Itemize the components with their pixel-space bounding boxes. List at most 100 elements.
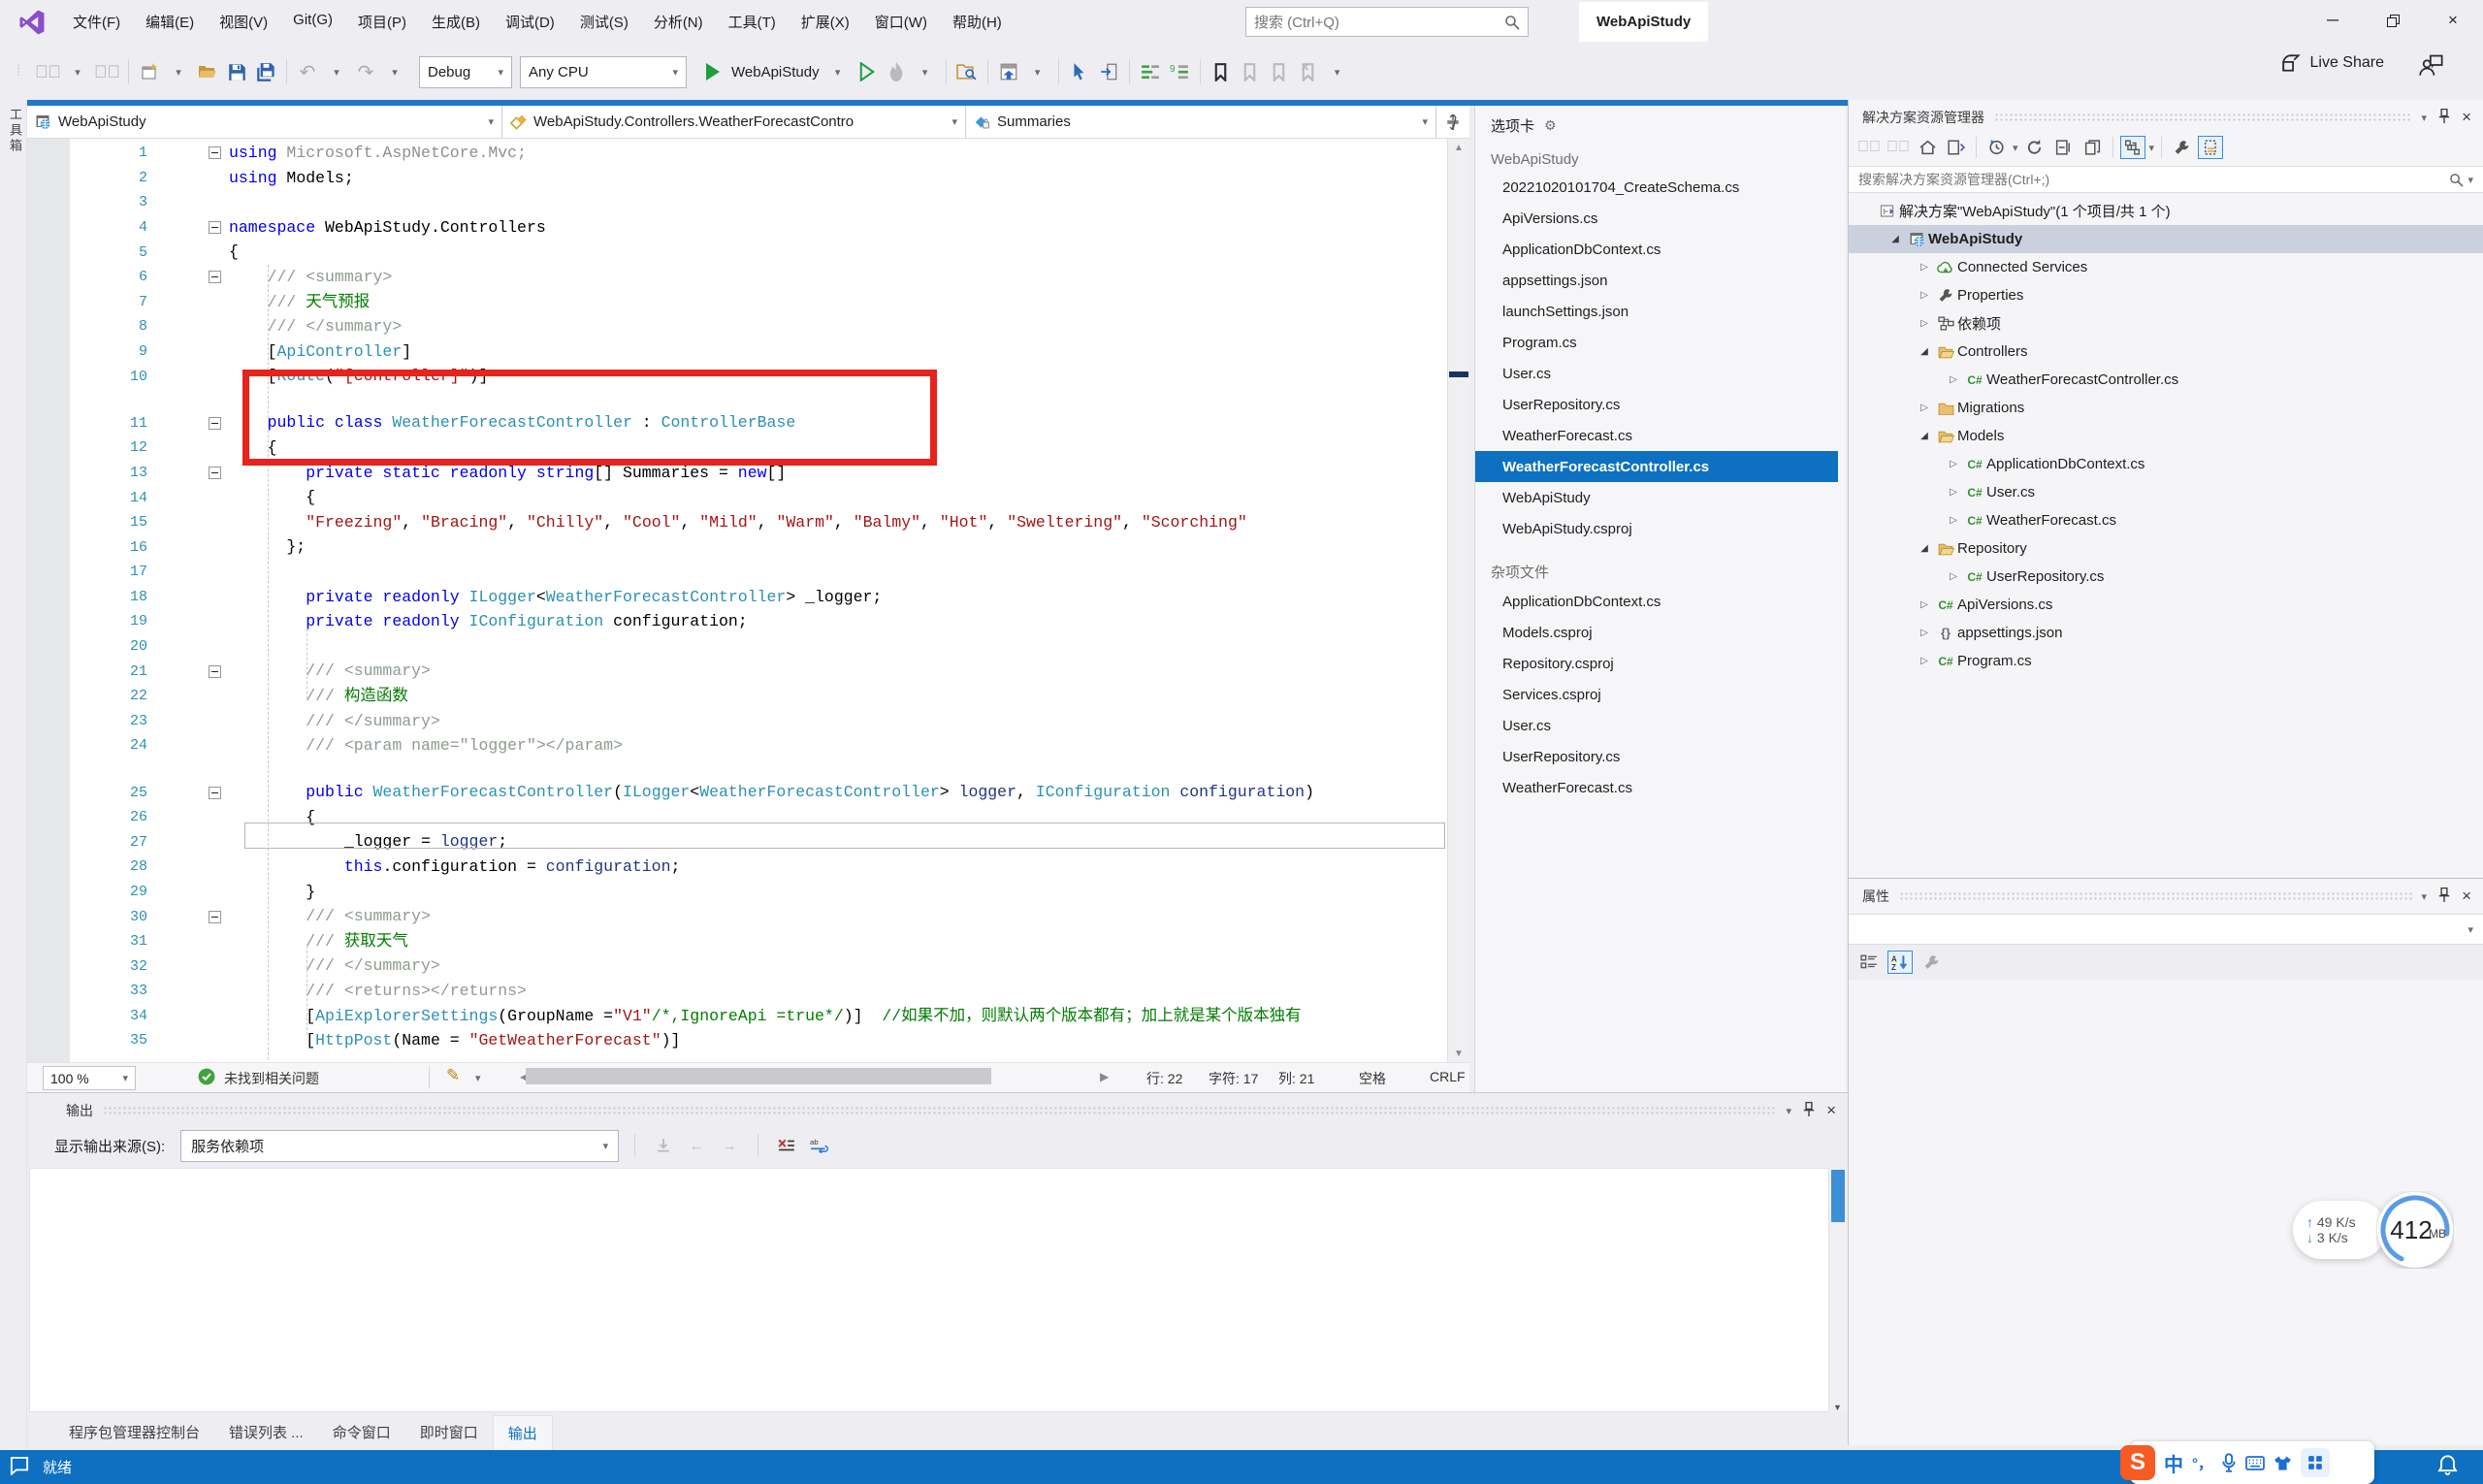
open-document-item[interactable]: appsettings.json [1475, 265, 1838, 296]
menu-item-8[interactable]: 测试(S) [567, 6, 641, 38]
collapse-all-icon[interactable] [2051, 136, 2077, 159]
tree-item[interactable]: ▷ C# UserRepository.cs [1849, 563, 2483, 591]
properties-wrench-icon[interactable] [2169, 136, 2194, 159]
navigate-to-code-icon[interactable] [1096, 57, 1121, 86]
find-in-files-icon[interactable] [954, 57, 980, 86]
expander-collapsed-icon[interactable]: ▷ [1944, 515, 1963, 526]
expander-collapsed-icon[interactable]: ▷ [1915, 262, 1934, 273]
open-document-item[interactable]: UserRepository.cs [1475, 389, 1838, 420]
open-document-item[interactable]: ApiVersions.cs [1475, 203, 1838, 234]
live-share-button[interactable]: Live Share [2281, 53, 2384, 73]
open-file-icon[interactable] [195, 57, 220, 86]
tree-item[interactable]: ◢ Repository [1849, 534, 2483, 563]
solution-configuration-select[interactable]: Debug ▾ [419, 55, 512, 88]
editor-vertical-scrollbar[interactable]: ▲ ▼ [1447, 139, 1469, 1062]
output-menu-caret[interactable]: ▾ [1787, 1105, 1792, 1117]
next-bookmark-icon[interactable] [1267, 57, 1292, 86]
code-line-23[interactable]: 23 /// </summary> [27, 709, 1447, 734]
tree-item[interactable]: 解决方案"WebApiStudy"(1 个项目/共 1 个) [1849, 197, 2483, 225]
nav-member-dropdown[interactable]: Summaries ▾ [966, 106, 1436, 138]
tree-item[interactable]: ▷ 依赖项 [1849, 309, 2483, 338]
menu-item-7[interactable]: 调试(D) [493, 6, 567, 38]
properties-menu-caret[interactable]: ▾ [2422, 890, 2428, 903]
tree-item[interactable]: ▷ C# ApiVersions.cs [1849, 591, 2483, 619]
panel-close-icon[interactable]: × [2462, 887, 2471, 906]
tree-item[interactable]: ◢ Controllers [1849, 338, 2483, 366]
code-line-25[interactable]: 25 public WeatherForecastController(ILog… [27, 780, 1447, 805]
ime-punctuation-icon[interactable]: °， [2192, 1453, 2212, 1473]
toggle-bookmark-icon[interactable] [1209, 57, 1234, 86]
tree-item[interactable]: ▷ Connected Services [1849, 253, 2483, 281]
code-line-14[interactable]: 14 { [27, 485, 1447, 510]
solution-explorer-search[interactable]: 搜索解决方案资源管理器(Ctrl+;) ▾ [1849, 166, 2483, 193]
window-icon-caret[interactable]: ▾ [1025, 57, 1050, 86]
expander-collapsed-icon[interactable]: ▷ [1944, 374, 1963, 385]
net-speed-widget[interactable]: ↑ 49 K/s ↓ 3 K/s [2293, 1201, 2386, 1259]
fold-collapse-icon[interactable] [209, 416, 221, 430]
expander-collapsed-icon[interactable]: ▷ [1915, 628, 1934, 638]
ime-menu-grid-icon[interactable] [2301, 1448, 2330, 1477]
run-target-caret[interactable]: ▾ [825, 57, 851, 86]
scroll-down-icon[interactable]: ▼ [1448, 1045, 1469, 1062]
split-editor-button[interactable] [1436, 106, 1469, 138]
pin-icon[interactable] [1803, 1101, 1815, 1119]
uncomment-lines-icon[interactable]: 9 [1167, 57, 1192, 86]
preview-selected-icon[interactable] [2080, 136, 2106, 159]
tool-window-tab[interactable]: 命令窗口 [318, 1415, 405, 1449]
menu-item-1[interactable]: 文件(F) [60, 6, 133, 38]
code-line-17[interactable]: 17 [27, 560, 1447, 585]
nav-type-dropdown[interactable]: WebApiStudy.Controllers.WeatherForecastC… [502, 106, 966, 138]
undo-caret[interactable]: ▾ [324, 57, 349, 86]
keyboard-icon[interactable] [2245, 1455, 2265, 1470]
menu-item-3[interactable]: 视图(V) [207, 6, 280, 38]
open-document-item[interactable]: WeatherForecast.cs [1475, 420, 1838, 451]
code-line-9[interactable]: 9 [ApiController] [27, 339, 1447, 365]
output-scroll-down-icon[interactable]: ▼ [1833, 1403, 1842, 1412]
fold-collapse-icon[interactable] [209, 271, 221, 284]
tree-item[interactable]: ▷ C# User.cs [1849, 478, 2483, 506]
open-document-item[interactable]: WeatherForecast.cs [1475, 772, 1838, 803]
code-line-5[interactable]: 5{ [27, 240, 1447, 265]
memory-usage-widget[interactable]: 412 MB [2376, 1191, 2454, 1269]
expander-collapsed-icon[interactable]: ▷ [1944, 459, 1963, 469]
code-line-35[interactable]: 35 [HttpPost(Name = "GetWeatherForecast"… [27, 1028, 1447, 1053]
code-line-6[interactable]: 6 /// <summary> [27, 265, 1447, 290]
navigate-forward-icon[interactable]: ▸⃝ [94, 57, 120, 86]
open-document-item[interactable]: Program.cs [1475, 327, 1838, 358]
tool-window-tab[interactable]: 错误列表 ... [214, 1415, 318, 1449]
panel-close-icon[interactable]: × [1826, 1101, 1836, 1120]
open-document-item[interactable]: WebApiStudy [1475, 482, 1838, 513]
expander-collapsed-icon[interactable]: ▷ [1915, 318, 1934, 329]
switch-views-icon[interactable] [1944, 136, 1969, 159]
pin-icon[interactable] [2438, 108, 2450, 126]
code-line-15[interactable]: 15 "Freezing", "Bracing", "Chilly", "Coo… [27, 510, 1447, 535]
minimize-button[interactable]: ─ [2303, 0, 2363, 41]
properties-object-combobox[interactable]: ▾ [1849, 914, 2483, 945]
expander-collapsed-icon[interactable]: ▷ [1915, 656, 1934, 666]
tool-window-tab[interactable]: 即时窗口 [405, 1415, 493, 1449]
h-scrollbar-thumb[interactable] [526, 1068, 991, 1084]
code-line-20[interactable]: 20 [27, 634, 1447, 660]
code-line-4[interactable]: 4 namespace WebApiStudy.Controllers [27, 215, 1447, 241]
expander-collapsed-icon[interactable]: ▷ [1915, 403, 1934, 413]
open-document-item[interactable]: launchSettings.json [1475, 296, 1838, 327]
menu-item-4[interactable]: Git(G) [280, 6, 345, 38]
expander-expanded-icon[interactable]: ◢ [1915, 543, 1934, 554]
notification-bell-icon[interactable] [2437, 1454, 2458, 1480]
code-line-8[interactable]: 8 /// </summary> [27, 314, 1447, 339]
code-line-32[interactable]: 32 /// </summary> [27, 953, 1447, 979]
code-line-21[interactable]: 21 /// <summary> [27, 659, 1447, 684]
redo-icon[interactable]: ↷ [353, 57, 378, 86]
se-forward-icon[interactable]: ▸⃝ [1886, 136, 1911, 159]
output-scrollbar-thumb[interactable] [1831, 1170, 1845, 1222]
tool-window-tab[interactable]: 程序包管理器控制台 [54, 1415, 214, 1449]
open-document-item[interactable]: Services.csproj [1475, 679, 1838, 710]
tool-window-tab[interactable]: 输出 [492, 1415, 553, 1450]
expander-collapsed-icon[interactable]: ▷ [1915, 290, 1934, 301]
new-project-icon[interactable] [137, 57, 162, 86]
code-line-7[interactable]: 7 /// 天气预报 [27, 290, 1447, 315]
code-line-29[interactable]: 29 } [27, 880, 1447, 905]
tree-item[interactable]: ▷ C# ApplicationDbContext.cs [1849, 450, 2483, 478]
expander-collapsed-icon[interactable]: ▷ [1944, 571, 1963, 582]
code-fix-icon[interactable]: ✎ [446, 1066, 460, 1085]
